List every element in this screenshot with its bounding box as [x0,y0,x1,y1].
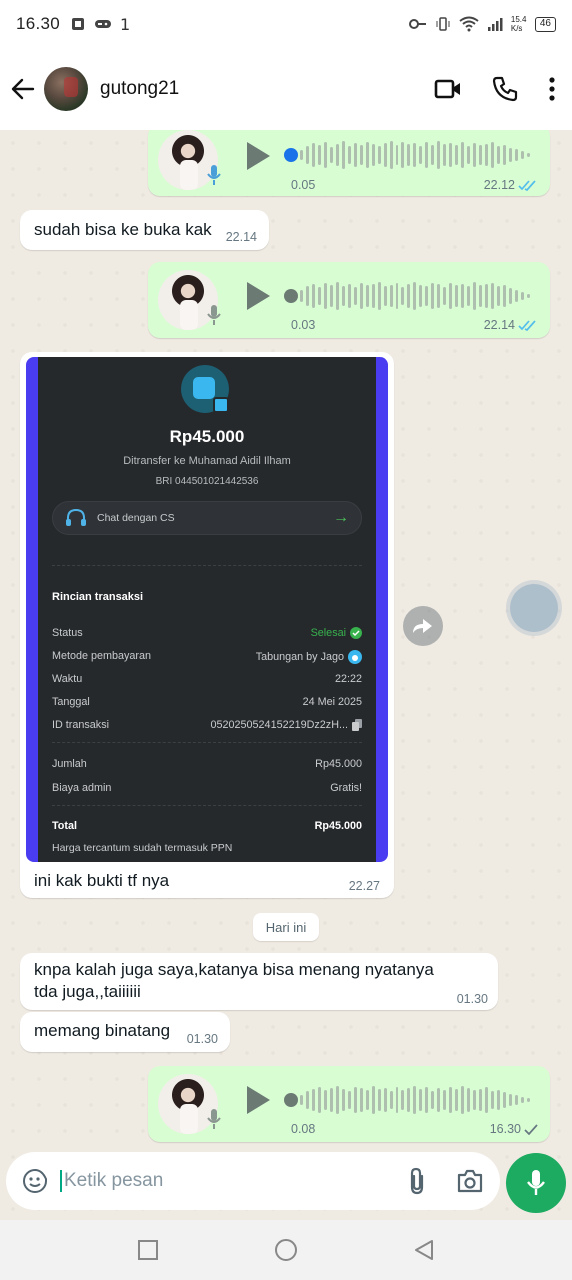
wifi-icon [459,16,479,32]
notification-icon: 1 [120,16,130,32]
gamepad-icon [95,20,112,28]
double-check-icon [518,320,536,332]
video-call-icon[interactable] [434,78,462,100]
receipt-row: Status Selesai [52,627,362,639]
receipt-row: Biaya admin Gratis! [52,782,362,794]
recents-icon[interactable] [137,1239,159,1261]
key-icon [408,19,426,29]
status-time: 16.30 [16,14,61,33]
message-text: knpa kalah juga saya,katanya bisa menang… [34,960,434,1001]
check-icon [524,1124,538,1136]
seen-indicator[interactable] [510,584,558,632]
chat-area[interactable]: 0.05 22.12 sudah bisa ke buka kak 22.14 … [0,130,572,1220]
vibrate-icon [436,17,450,31]
message-text: memang binatang [34,1021,171,1040]
message-time: 22.14 [484,318,538,332]
double-check-icon [518,180,536,192]
contact-name[interactable]: gutong21 [100,78,179,100]
receipt-row: Tanggal 24 Mei 2025 [52,696,362,708]
message-incoming[interactable]: knpa kalah juga saya,katanya bisa menang… [20,953,498,1010]
mic-icon [527,1170,545,1195]
forward-button[interactable] [403,606,443,646]
voice-record-button[interactable] [506,1153,566,1213]
receipt-note: Harga tercantum sudah termasuk PPN [52,842,233,854]
signal-icon [487,18,503,31]
receipt-total-row: Total Rp45.000 [52,820,362,832]
chat-cs-row: Chat dengan CS → [52,501,362,535]
receipt-bank-account: BRI 044501021442536 [155,476,259,487]
voice-duration: 0.03 [291,318,316,332]
play-icon[interactable] [244,280,272,312]
back-nav-icon[interactable] [413,1239,435,1261]
attach-icon[interactable] [408,1167,426,1195]
waveform[interactable] [300,140,530,170]
transfer-icon [181,365,229,413]
svg-text:1: 1 [120,16,130,32]
mic-icon [207,305,221,325]
message-input-bar: Ketik pesan [6,1152,500,1210]
image-message-incoming[interactable]: Rp45.000 Ditransfer ke Muhamad Aidil Ilh… [20,352,394,898]
message-time: 22.14 [225,230,257,244]
copy-icon [352,719,362,731]
voice-message-outgoing[interactable]: 0.05 22.12 [148,130,550,196]
message-incoming[interactable]: memang binatang 01.30 [20,1012,230,1052]
network-speed: 15.4 K/s [510,15,527,33]
message-time: 01.30 [456,992,488,1006]
playback-position[interactable] [284,148,298,162]
date-divider: Hari ini [253,913,319,941]
playback-position[interactable] [284,1093,298,1107]
sticker-icon[interactable] [22,1168,48,1194]
image-caption: ini kak bukti tf nya [34,871,170,890]
waveform[interactable] [300,281,530,311]
headset-icon [66,508,86,526]
receipt-row: Jumlah Rp45.000 [52,758,362,770]
message-time: 22.27 [348,879,380,893]
message-input[interactable]: Ketik pesan [60,1170,163,1192]
chat-cs-label: Chat dengan CS [97,512,175,524]
more-options-icon[interactable] [548,77,556,101]
receipt-row: Waktu 22:22 [52,673,362,685]
receipt-row: Metode pembayaran Tabungan by Jago [52,650,362,664]
receipt-content: Rp45.000 Ditransfer ke Muhamad Aidil Ilh… [38,357,376,862]
message-time: 22.12 [484,178,538,192]
playback-position[interactable] [284,289,298,303]
voice-duration: 0.08 [291,1122,316,1136]
receipt-section-title: Rincian transaksi [52,591,144,603]
receipt-amount: Rp45.000 [169,427,245,446]
system-nav-bar [0,1220,572,1280]
arrow-right-icon: → [333,509,349,526]
chat-header: gutong21 [0,48,572,130]
back-button[interactable] [10,76,36,102]
battery-indicator: 46 [534,16,556,32]
message-time: 01.30 [186,1032,218,1046]
receipt-image[interactable]: Rp45.000 Ditransfer ke Muhamad Aidil Ilh… [26,357,388,862]
message-time: 16.30 [490,1122,538,1136]
jago-logo-icon [348,650,362,664]
receipt-recipient: Ditransfer ke Muhamad Aidil Ilham [123,455,291,467]
mic-icon [207,165,221,185]
status-bar: 16.30 1 15.4 K/s 46 [0,0,572,48]
waveform[interactable] [300,1085,530,1115]
voice-message-outgoing[interactable]: 0.08 16.30 [148,1066,550,1142]
voice-message-outgoing[interactable]: 0.03 22.14 [148,262,550,338]
forward-icon [413,619,432,633]
play-icon[interactable] [244,140,272,172]
receipt-row: ID transaksi 0520250524152219Dz2zH... [52,719,362,731]
voice-call-icon[interactable] [492,76,518,102]
check-circle-icon [350,627,362,639]
voice-duration: 0.05 [291,178,316,192]
contact-avatar[interactable] [44,67,88,111]
play-icon[interactable] [244,1084,272,1116]
message-incoming[interactable]: sudah bisa ke buka kak 22.14 [20,210,269,250]
camera-icon[interactable] [456,1169,484,1193]
sim-icon [72,18,85,30]
home-icon[interactable] [274,1238,298,1262]
mic-icon [207,1109,221,1129]
message-text: sudah bisa ke buka kak [34,220,212,239]
arrow-left-icon [11,78,35,100]
